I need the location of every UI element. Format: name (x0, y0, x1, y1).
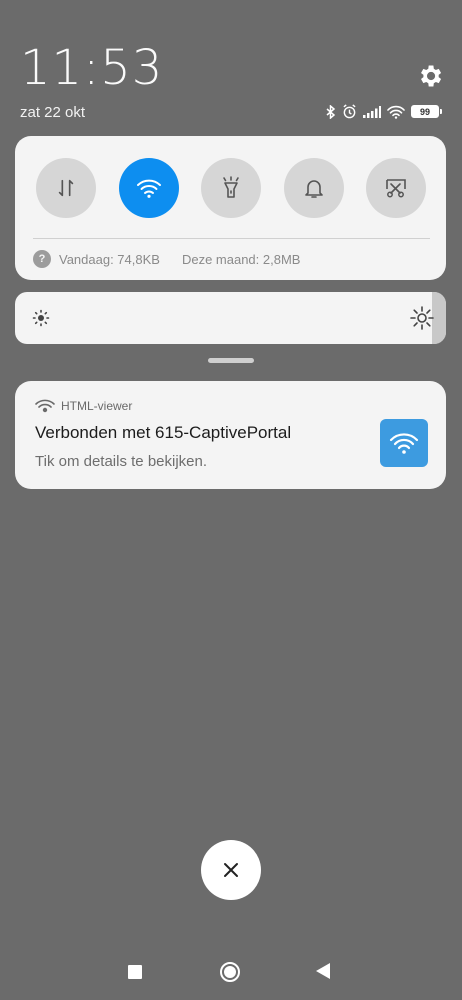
status-bar-icons: 99 (326, 104, 442, 119)
bluetooth-icon (326, 104, 336, 119)
bell-icon (305, 180, 323, 198)
battery-icon: 99 (411, 105, 442, 118)
notification-app-name: HTML-viewer (61, 399, 133, 413)
home-button[interactable] (220, 962, 240, 982)
panel-divider (33, 238, 430, 239)
brightness-thumb[interactable] (432, 292, 446, 344)
sound-toggle[interactable] (284, 158, 344, 218)
date-label: zat 22 okt (20, 104, 86, 121)
data-arrows-icon (58, 179, 74, 197)
usage-today: Vandaag: 74,8KB (59, 251, 160, 267)
clock: 11:53 (20, 40, 164, 96)
notification-header: HTML-viewer (35, 399, 132, 413)
settings-gear-icon[interactable] (416, 62, 444, 90)
wifi-eye-icon (35, 399, 55, 413)
recents-button[interactable] (128, 965, 142, 979)
quick-settings-panel: ? Vandaag: 74,8KB Deze maand: 2,8MB (15, 136, 446, 280)
close-icon (224, 863, 238, 877)
brightness-slider[interactable] (15, 292, 446, 344)
back-button[interactable] (316, 963, 330, 979)
brightness-low-icon (32, 309, 50, 327)
scissors-screenshot-icon (386, 179, 406, 198)
brightness-high-icon (410, 306, 434, 330)
clear-notifications-button[interactable] (201, 840, 261, 900)
flashlight-icon (223, 176, 239, 198)
wifi-icon (387, 105, 405, 119)
notification-title: Verbonden met 615-CaptivePortal (35, 423, 292, 442)
alarm-icon (343, 104, 356, 119)
data-usage-row[interactable]: ? Vandaag: 74,8KB Deze maand: 2,8MB (33, 250, 300, 268)
usage-month: Deze maand: 2,8MB (181, 251, 301, 267)
wifi-icon (137, 179, 161, 198)
notification-text: Tik om details te bekijken. (35, 453, 208, 470)
help-icon: ? (33, 250, 51, 268)
notification-card[interactable]: HTML-viewer Verbonden met 615-CaptivePor… (15, 381, 446, 489)
wifi-toggle[interactable] (119, 158, 179, 218)
flashlight-toggle[interactable] (201, 158, 261, 218)
notification-wifi-icon (380, 419, 428, 467)
panel-drag-handle[interactable] (208, 358, 254, 363)
screenshot-toggle[interactable] (366, 158, 426, 218)
signal-icon (363, 105, 381, 118)
mobile-data-toggle[interactable] (36, 158, 96, 218)
